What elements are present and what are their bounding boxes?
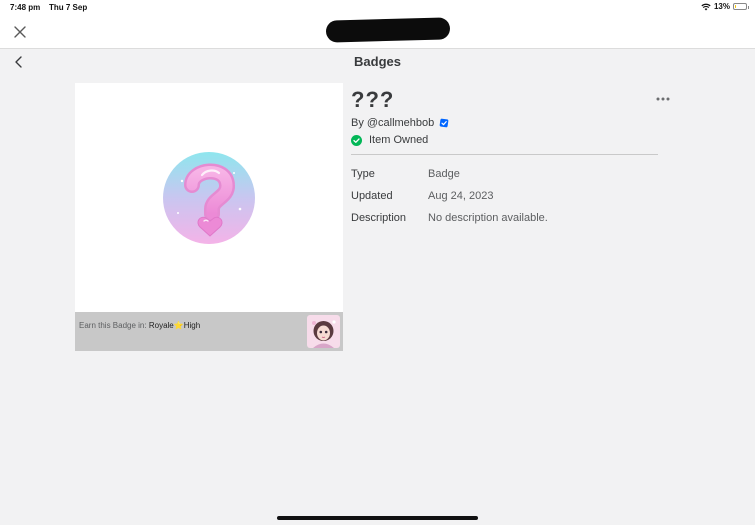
status-right: 13% (701, 2, 749, 11)
detail-key: Type (351, 168, 375, 180)
detail-row-description: Description No description available. (351, 207, 658, 229)
detail-row-updated: Updated Aug 24, 2023 (351, 185, 658, 207)
check-circle-icon (351, 134, 362, 146)
earn-badge-bar[interactable]: Earn this Badge in: Royale⭐High (75, 312, 343, 351)
battery-percent: 13% (713, 2, 730, 11)
earn-badge-text: Earn this Badge in: (79, 321, 147, 330)
page-title: Badges (354, 54, 401, 69)
badge-thumbnail-card: Earn this Badge in: Royale⭐High (75, 83, 343, 351)
detail-key: Updated (351, 190, 393, 202)
battery-fill (735, 5, 736, 8)
verified-badge-icon (439, 118, 449, 128)
more-options-icon[interactable] (656, 96, 670, 102)
redaction-mark (325, 17, 451, 43)
item-title: ??? (351, 87, 395, 112)
details-table: Type Badge Updated Aug 24, 2023 Descript… (351, 163, 658, 229)
home-indicator[interactable] (277, 516, 478, 520)
item-owned-row: Item Owned (351, 134, 658, 146)
detail-key: Description (351, 212, 407, 224)
detail-value: No description available. (428, 212, 548, 224)
earn-badge-label: Earn this Badge in: Royale⭐High (79, 321, 200, 330)
nav-header: Badges (0, 49, 755, 77)
close-icon[interactable] (12, 24, 28, 40)
creator-row: By @callmehbob (351, 117, 658, 129)
status-bar: 7:48 pm Thu 7 Sep 13% (0, 0, 755, 16)
game-name-part2: High (183, 321, 201, 330)
battery-icon (733, 3, 749, 10)
divider (351, 154, 658, 155)
status-time: 7:48 pm (10, 3, 41, 12)
game-name-link[interactable]: Royale⭐High (149, 321, 200, 330)
game-name-part1: Royale (148, 321, 174, 330)
item-details: ??? By @callmehbob Item Owned Type Badge… (351, 86, 670, 229)
creator-link[interactable]: @callmehbob (367, 117, 434, 129)
game-thumbnail-image[interactable] (307, 315, 340, 348)
item-owned-label: Item Owned (369, 134, 429, 146)
question-mark-badge-image (163, 152, 255, 244)
detail-row-type: Type Badge (351, 163, 658, 185)
detail-value: Aug 24, 2023 (428, 190, 494, 202)
detail-value: Badge (428, 168, 460, 180)
creator-by-label: By (351, 117, 364, 129)
star-emoji: ⭐ (173, 321, 184, 330)
wifi-icon (701, 3, 711, 10)
status-date: Thu 7 Sep (49, 3, 88, 12)
